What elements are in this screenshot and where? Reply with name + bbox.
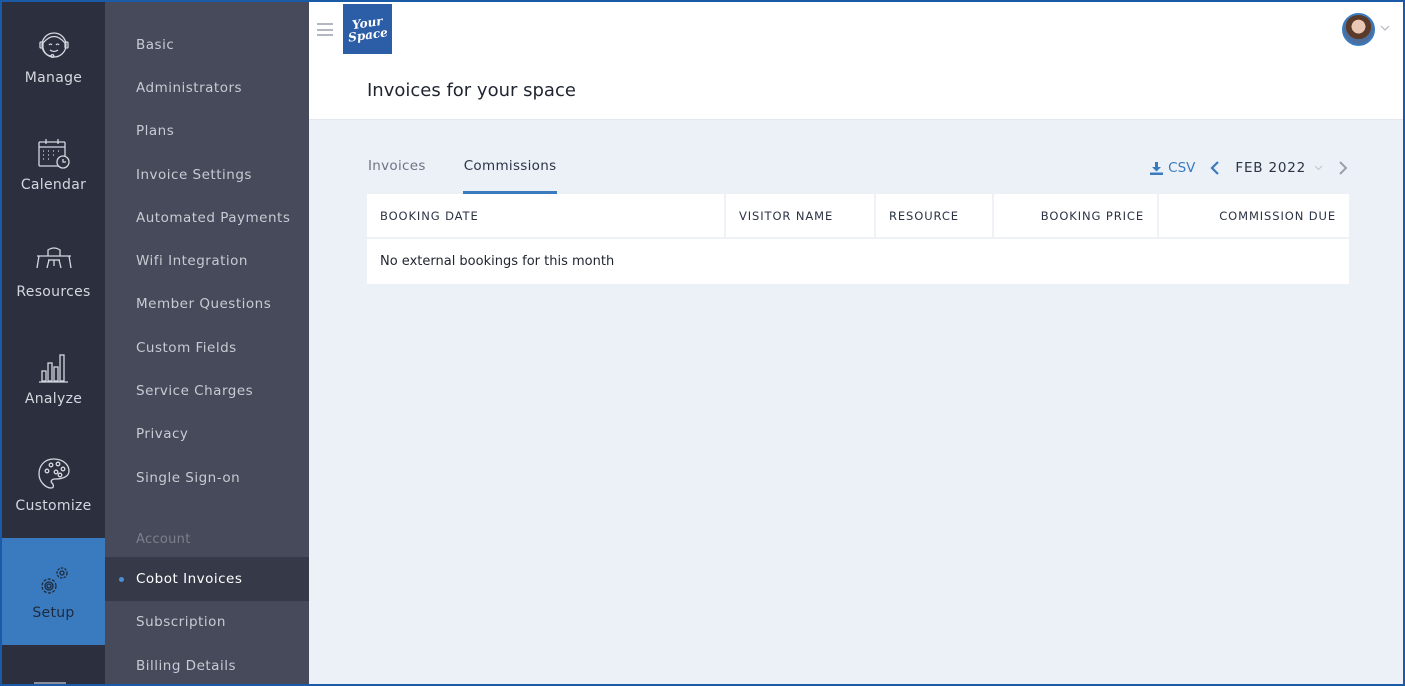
secondary-nav-invoice-settings[interactable]: Invoice Settings: [105, 153, 309, 196]
palette-icon: [37, 458, 70, 489]
logo-text-line2: Space: [346, 25, 389, 45]
primary-nav: Manage Calendar Resources Analyze Custom…: [2, 2, 105, 684]
app-window: Manage Calendar Resources Analyze Custom…: [2, 2, 1403, 684]
secondary-nav-label: Member Questions: [136, 296, 272, 313]
secondary-nav-subscription[interactable]: Subscription: [105, 601, 309, 644]
primary-nav-more[interactable]: [2, 645, 105, 684]
tab-list: Invoices Commissions: [367, 154, 593, 194]
chevron-down-icon[interactable]: [1380, 24, 1390, 32]
next-month-chevron-icon[interactable]: [1337, 160, 1349, 176]
secondary-nav-billing-details[interactable]: Billing Details: [105, 644, 309, 684]
month-select[interactable]: FEB 2022: [1235, 160, 1323, 176]
primary-nav-label: Setup: [32, 605, 75, 622]
column-header-booking-date[interactable]: BOOKING DATE: [367, 194, 726, 239]
secondary-nav-label: Basic: [136, 36, 175, 53]
commissions-section: Invoices Commissions CSV FEB 2022 BOOKIN…: [309, 120, 1403, 284]
secondary-nav-label: Plans: [136, 123, 175, 140]
primary-nav-manage[interactable]: Manage: [2, 2, 105, 109]
primary-nav-label: Resources: [16, 283, 91, 300]
secondary-nav-label: Wifi Integration: [136, 253, 248, 270]
primary-nav-customize[interactable]: Customize: [2, 431, 105, 538]
previous-month-chevron-icon[interactable]: [1209, 160, 1221, 176]
secondary-nav-member-questions[interactable]: Member Questions: [105, 283, 309, 326]
column-header-resource[interactable]: RESOURCE: [875, 194, 994, 239]
hamburger-menu-icon[interactable]: [317, 23, 333, 36]
tab-commissions[interactable]: Commissions: [462, 154, 558, 194]
user-avatar[interactable]: [1342, 13, 1375, 46]
csv-label: CSV: [1168, 160, 1196, 176]
secondary-nav-plans[interactable]: Plans: [105, 110, 309, 153]
secondary-nav-label: Subscription: [136, 614, 226, 631]
space-logo[interactable]: Your Space: [343, 4, 392, 54]
secondary-nav-account-heading: Account: [136, 531, 191, 547]
support-agent-icon: [38, 31, 69, 58]
table-row: No external bookings for this month: [367, 238, 1349, 284]
secondary-nav-wifi-integration[interactable]: Wifi Integration: [105, 239, 309, 282]
secondary-nav-custom-fields[interactable]: Custom Fields: [105, 326, 309, 369]
selected-month: FEB 2022: [1235, 160, 1306, 176]
commissions-table: BOOKING DATE VISITOR NAME RESOURCE BOOKI…: [367, 194, 1349, 284]
secondary-nav-label: Billing Details: [136, 657, 236, 674]
column-header-booking-price[interactable]: BOOKING PRICE: [993, 194, 1159, 239]
secondary-nav-automated-payments[interactable]: Automated Payments: [105, 196, 309, 239]
secondary-nav-single-sign-on[interactable]: Single Sign-on: [105, 456, 309, 499]
table-header-row: BOOKING DATE VISITOR NAME RESOURCE BOOKI…: [367, 194, 1349, 239]
secondary-nav-service-charges[interactable]: Service Charges: [105, 369, 309, 412]
primary-nav-label: Calendar: [20, 176, 87, 193]
csv-download-button[interactable]: CSV: [1150, 160, 1195, 176]
secondary-nav-label: Cobot Invoices: [136, 570, 243, 587]
tabs-toolbar: Invoices Commissions CSV FEB 2022: [367, 154, 1349, 194]
primary-nav-label: Analyze: [24, 391, 83, 408]
primary-nav-label: Manage: [24, 69, 83, 86]
month-controls: CSV FEB 2022: [1150, 154, 1349, 194]
chevron-down-icon: [1314, 165, 1323, 171]
empty-state-message: No external bookings for this month: [380, 254, 615, 269]
desk-chair-icon: [35, 247, 72, 269]
gears-icon: [40, 567, 68, 595]
secondary-nav-label: Privacy: [136, 426, 189, 443]
top-bar: Your Space Invoices for your space: [309, 2, 1403, 120]
secondary-nav-label: Automated Payments: [136, 209, 291, 226]
tab-invoices[interactable]: Invoices: [367, 154, 427, 194]
primary-nav-label: Customize: [15, 498, 92, 515]
primary-nav-setup[interactable]: Setup: [2, 537, 105, 646]
primary-nav-resources[interactable]: Resources: [2, 216, 105, 323]
primary-nav-calendar[interactable]: Calendar: [2, 109, 105, 216]
secondary-nav-cobot-invoices[interactable]: Cobot Invoices: [105, 557, 309, 601]
column-header-commission-due[interactable]: COMMISSION DUE: [1158, 194, 1349, 239]
main-content: Your Space Invoices for your space Invoi…: [309, 2, 1403, 684]
download-icon: [1150, 161, 1164, 175]
secondary-nav-label: Single Sign-on: [136, 469, 241, 486]
secondary-nav: Basic Administrators Plans Invoice Setti…: [105, 2, 309, 684]
column-header-visitor-name[interactable]: VISITOR NAME: [725, 194, 876, 239]
secondary-nav-label: Custom Fields: [136, 339, 237, 356]
secondary-nav-administrators[interactable]: Administrators: [105, 66, 309, 109]
secondary-nav-label: Invoice Settings: [136, 166, 252, 183]
active-indicator-dot: [119, 576, 124, 582]
page-title: Invoices for your space: [367, 80, 576, 101]
secondary-nav-label: Service Charges: [136, 383, 254, 400]
secondary-nav-privacy[interactable]: Privacy: [105, 413, 309, 456]
calendar-clock-icon: [37, 138, 70, 169]
bar-chart-icon: [38, 354, 68, 383]
secondary-nav-label: Administrators: [136, 79, 243, 96]
secondary-nav-basic[interactable]: Basic: [105, 23, 309, 66]
primary-nav-analyze[interactable]: Analyze: [2, 324, 105, 431]
